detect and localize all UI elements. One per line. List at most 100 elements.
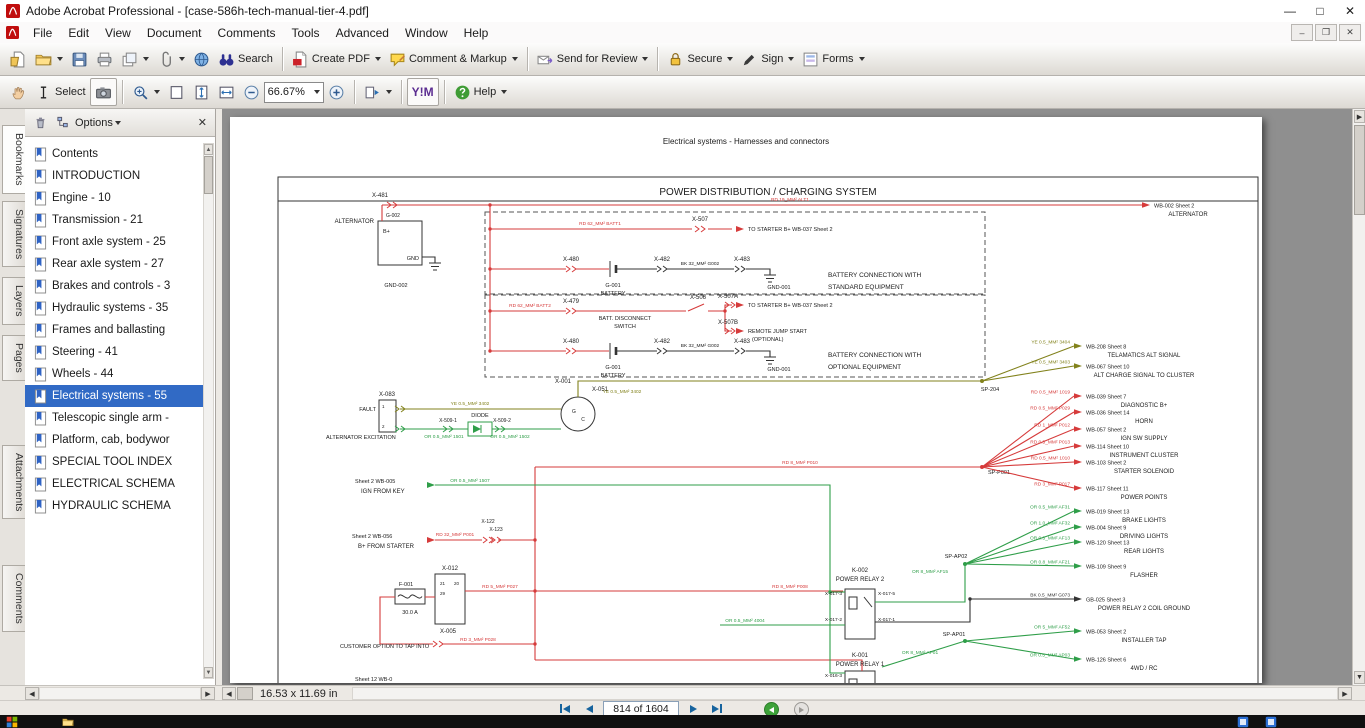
menu-help[interactable]: Help (456, 24, 497, 42)
bookmark-item[interactable]: Telescopic single arm - (25, 407, 203, 429)
menu-view[interactable]: View (97, 24, 139, 42)
minimize-icon[interactable]: — (1275, 1, 1305, 21)
combine-button[interactable] (117, 46, 153, 72)
page-number-input[interactable]: 814 of 1604 (603, 701, 679, 716)
bookmark-item[interactable]: Transmission - 21 (25, 209, 203, 231)
help-button[interactable]: Help (450, 79, 512, 105)
menu-document[interactable]: Document (139, 24, 210, 42)
page-display-button[interactable] (360, 79, 396, 105)
options-menu-button[interactable]: Options (75, 117, 121, 129)
schematic-shape (433, 641, 443, 647)
start-button[interactable] (6, 716, 18, 728)
doc-scroll-left-icon[interactable]: ◀ (222, 687, 236, 700)
organizer-button[interactable] (31, 46, 67, 72)
menu-tools[interactable]: Tools (284, 24, 328, 42)
search-button[interactable]: Search (214, 46, 277, 72)
send-for-review-button[interactable]: Send for Review (533, 46, 653, 72)
zoom-out-button[interactable] (239, 79, 264, 105)
bookmark-icon (34, 389, 47, 404)
expand-bookmarks-icon[interactable] (56, 115, 71, 130)
bookmark-item[interactable]: Hydraulic systems - 35 (25, 297, 203, 319)
close-icon[interactable]: ✕ (1335, 1, 1365, 21)
doc-minimize-icon[interactable]: – (1291, 24, 1313, 41)
bookmark-item[interactable]: ELECTRICAL SCHEMA (25, 473, 203, 495)
save-button[interactable] (67, 46, 92, 72)
doc-close-icon[interactable]: ✕ (1339, 24, 1361, 41)
fit-width-button[interactable] (214, 79, 239, 105)
bookmark-item[interactable]: INTRODUCTION (25, 165, 203, 187)
doc-scroll-right-icon[interactable]: ▶ (1338, 687, 1352, 700)
zoom-in-button[interactable] (324, 79, 349, 105)
previous-page-button[interactable] (579, 702, 599, 715)
print-button[interactable] (92, 46, 117, 72)
taskbar-folder-icon[interactable] (62, 716, 74, 728)
dropdown-icon (57, 57, 63, 61)
taskbar-app-icon-1[interactable] (1237, 716, 1249, 728)
taskbar-app-icon-2[interactable] (1265, 716, 1277, 728)
bookmark-item[interactable]: Rear axle system - 27 (25, 253, 203, 275)
scroll-down-icon[interactable]: ▼ (1354, 671, 1365, 684)
comment-markup-button[interactable]: Comment & Markup (385, 46, 522, 72)
actual-size-button[interactable] (164, 79, 189, 105)
bookmark-item[interactable]: Frames and ballasting (25, 319, 203, 341)
pane-toggle-icon[interactable]: ▶ (1354, 110, 1365, 123)
delete-bookmark-icon[interactable] (33, 115, 48, 130)
bookmark-item[interactable]: Wheels - 44 (25, 363, 203, 385)
menu-advanced[interactable]: Advanced (328, 24, 397, 42)
attach-button[interactable] (153, 46, 189, 72)
bookmark-item[interactable]: Engine - 10 (25, 187, 203, 209)
schematic-text: G (572, 409, 576, 415)
panel-scroll-right-icon[interactable]: ▶ (201, 687, 215, 700)
first-page-button[interactable] (555, 702, 575, 715)
bookmarks-panel-header: Options ✕ (25, 109, 215, 137)
zoom-tool-button[interactable] (128, 79, 164, 105)
last-page-button[interactable] (707, 702, 727, 715)
menu-file[interactable]: File (25, 24, 60, 42)
scroll-thumb[interactable] (1354, 125, 1365, 215)
panel-hscroll-track[interactable] (39, 687, 201, 700)
bookmark-item[interactable]: Platform, cab, bodywor (25, 429, 203, 451)
schematic-text: X-012 (442, 566, 459, 572)
open-button[interactable] (6, 46, 31, 72)
panel-scroll-thumb[interactable] (204, 156, 213, 194)
vertical-scrollbar[interactable]: ▶ ▼ (1352, 109, 1365, 685)
hand-tool-button[interactable] (6, 79, 31, 105)
doc-hscroll-thumb[interactable] (237, 687, 253, 700)
bookmark-item[interactable]: Electrical systems - 55 (25, 385, 203, 407)
panel-scroll-left-icon[interactable]: ◀ (25, 687, 39, 700)
separator (401, 80, 402, 104)
page-layout-icon (364, 84, 381, 101)
create-pdf-button[interactable]: Create PDF (288, 46, 385, 72)
snapshot-button[interactable] (90, 78, 117, 106)
menu-edit[interactable]: Edit (60, 24, 97, 42)
secure-button[interactable]: Secure (663, 46, 737, 72)
maximize-icon[interactable]: □ (1305, 1, 1335, 21)
panel-close-icon[interactable]: ✕ (194, 116, 211, 129)
bookmark-item[interactable]: Steering - 41 (25, 341, 203, 363)
yahoo-messenger-button[interactable]: Y!M (407, 78, 439, 106)
schematic-text: FLASHER (1130, 573, 1158, 579)
forms-button[interactable]: Forms (798, 46, 868, 72)
doc-restore-icon[interactable]: ❐ (1315, 24, 1337, 41)
sign-button[interactable]: Sign (737, 46, 798, 72)
doc-hscroll-track[interactable] (352, 687, 1338, 700)
zoom-level-combobox[interactable]: 66.67% (264, 82, 324, 103)
schematic-text: C (581, 417, 585, 423)
panel-scrollbar[interactable]: ▲ ▼ (203, 143, 214, 679)
bookmark-item[interactable]: Front axle system - 25 (25, 231, 203, 253)
schematic-text: STANDARD EQUIPMENT (828, 284, 904, 291)
bookmark-item[interactable]: SPECIAL TOOL INDEX (25, 451, 203, 473)
bookmark-item[interactable]: Brakes and controls - 3 (25, 275, 203, 297)
scroll-down-icon[interactable]: ▼ (204, 667, 213, 678)
email-button[interactable] (189, 46, 214, 72)
document-pane[interactable]: Electrical systems - Harnesses and conne… (222, 109, 1352, 685)
bookmark-item[interactable]: HYDRAULIC SCHEMA (25, 495, 203, 517)
next-page-button[interactable] (683, 702, 703, 715)
scroll-up-icon[interactable]: ▲ (204, 144, 213, 155)
dropdown-icon (859, 57, 865, 61)
bookmark-item[interactable]: Contents (25, 143, 203, 165)
menu-comments[interactable]: Comments (210, 24, 284, 42)
fit-page-button[interactable] (189, 79, 214, 105)
select-tool-button[interactable]: Select (31, 79, 90, 105)
menu-window[interactable]: Window (397, 24, 456, 42)
